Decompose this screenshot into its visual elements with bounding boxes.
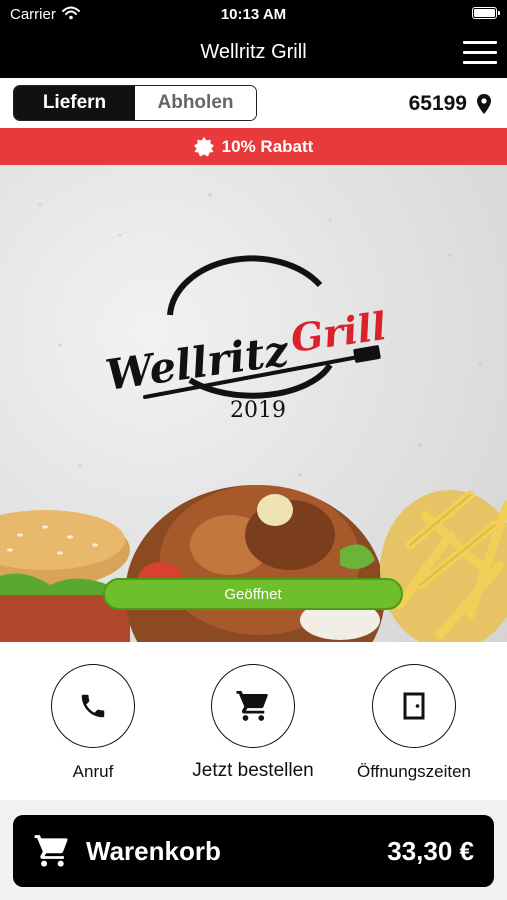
toggle-option-abholen[interactable]: Abholen [135,86,256,120]
door-icon [403,692,425,720]
order-now-button[interactable]: Jetzt bestellen [183,664,323,782]
hero-banner: Wellritz Grill 2019 Geöffnet [0,165,507,642]
cart-label: Warenkorb [86,836,221,866]
status-bar: Carrier 10:13 AM [0,0,507,28]
zip-code: 65199 [408,92,467,115]
svg-text:2019: 2019 [230,398,286,423]
hamburger-menu-icon[interactable] [463,41,497,65]
delivery-toggle[interactable]: Liefern Abholen [13,85,257,121]
cart-bar-area: Warenkorb 33,30 € [0,800,507,900]
restaurant-logo: Wellritz Grill 2019 [103,255,389,423]
opening-hours-button[interactable]: Öffnungszeiten [344,664,484,782]
hero-food-image: Wellritz Grill 2019 [0,193,507,642]
page-title: Wellritz Grill [200,41,307,63]
shopping-cart-icon [34,835,68,867]
order-mode-bar: Liefern Abholen 65199 [0,78,507,128]
opening-hours-circle[interactable] [372,664,456,748]
order-now-label: Jetzt bestellen [192,760,314,781]
cart-button[interactable]: Warenkorb 33,30 € [13,815,494,887]
promo-banner[interactable]: 10% Rabatt [0,128,507,165]
order-now-circle[interactable] [211,664,295,748]
battery-icon [472,7,500,19]
nav-bar: Wellritz Grill [0,28,507,78]
action-panel: Anruf Jetzt bestellen Öffnungszeiten [0,642,507,800]
location-selector[interactable]: 65199 [409,92,491,116]
clock: 10:13 AM [220,6,287,23]
open-status-badge: Geöffnet [103,578,403,610]
promo-label: 10% Rabatt [221,136,314,156]
shopping-cart-icon [236,691,268,721]
opening-hours-label: Öffnungszeiten [356,762,472,781]
call-label: Anruf [72,762,114,781]
call-circle[interactable] [51,664,135,748]
cart-total: 33,30 € [387,836,474,866]
toggle-option-liefern[interactable]: Liefern [14,86,135,120]
location-pin-icon [477,94,491,114]
phone-icon [81,694,105,718]
call-button[interactable]: Anruf [23,664,163,782]
discount-badge-icon [193,136,214,156]
